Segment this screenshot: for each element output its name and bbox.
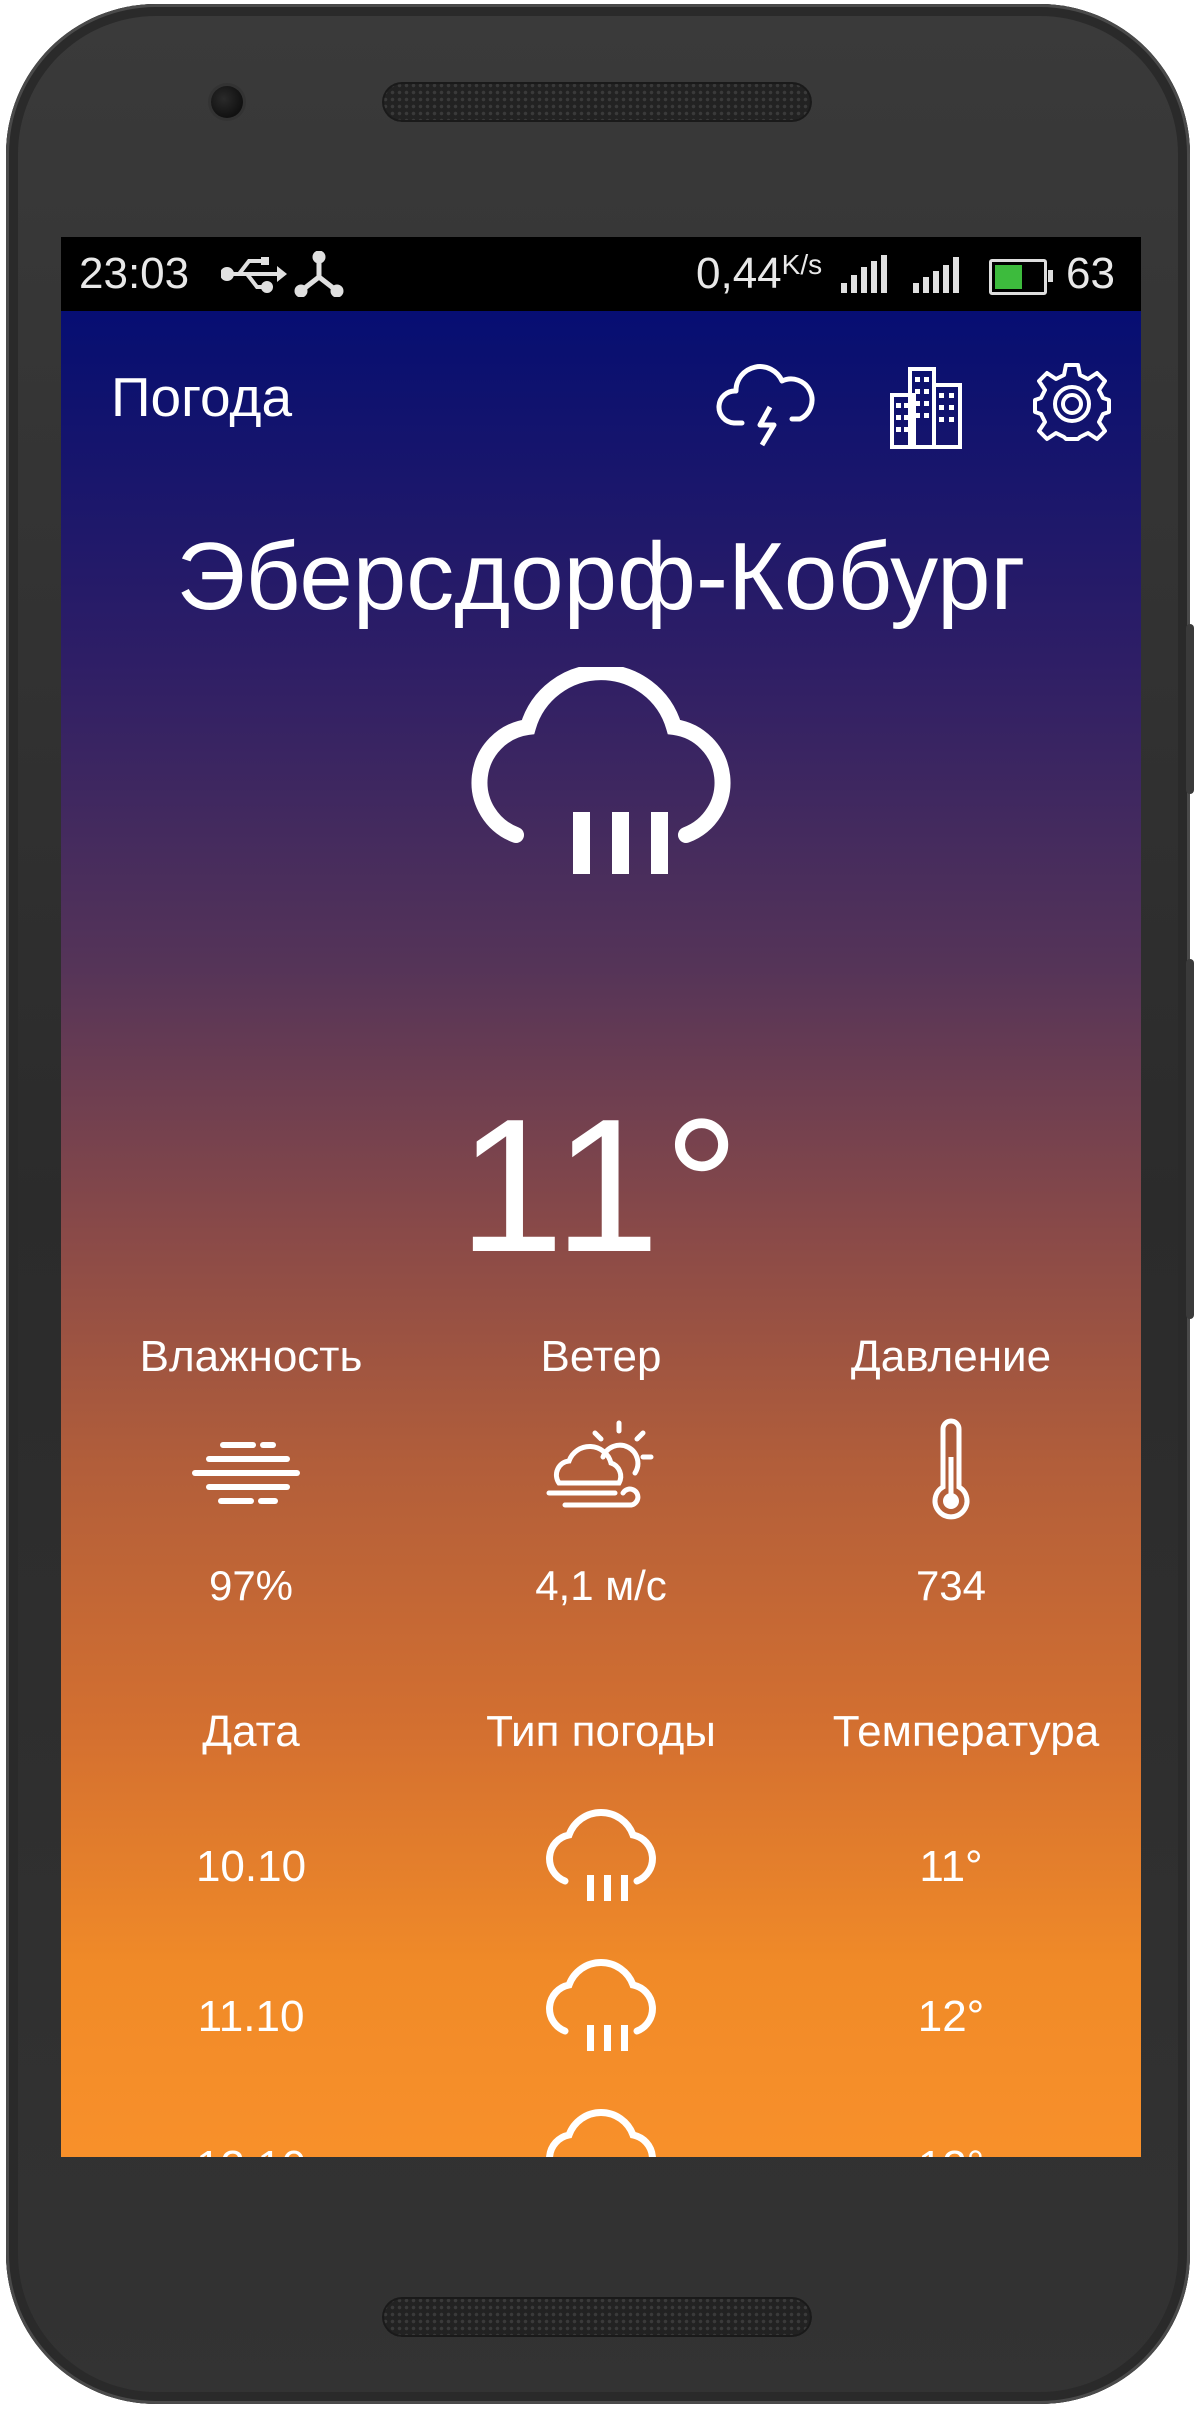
header-temperature: Температура [832, 1707, 1100, 1756]
wind-label: Ветер [540, 1332, 662, 1381]
phone-frame: 23:03 0,44K/s 63 Погода Эберсдорф-Кобург… [6, 4, 1194, 2404]
wind-value: 4,1 м/с [535, 1562, 667, 1609]
header-weather-type: Тип погоды [486, 1707, 716, 1756]
signal-hplus-icon [841, 255, 895, 293]
humidity-label: Влажность [139, 1332, 363, 1381]
forecast-temp: 12° [917, 1992, 985, 2041]
forecast-date: 12.10 [81, 2142, 421, 2157]
rain-cloud-icon [531, 2105, 671, 2157]
thunderstorm-icon[interactable] [716, 355, 816, 456]
thermometer-icon [931, 1417, 971, 1528]
windy-partly-cloudy-icon [545, 1417, 655, 1522]
fog-icon [191, 1437, 301, 1512]
forecast-row[interactable]: 12.10 12° [61, 2097, 1141, 2157]
top-speaker [382, 82, 812, 122]
header-date: Дата [202, 1707, 300, 1756]
settings-icon[interactable] [1031, 361, 1113, 448]
power-button [1186, 624, 1194, 794]
humidity-block: Влажность [81, 1332, 421, 1382]
forecast-row[interactable]: 11.10 12° [61, 1947, 1141, 2097]
usb-icon [220, 251, 287, 308]
screen: 23:03 0,44K/s 63 Погода Эберсдорф-Кобург… [61, 237, 1141, 2157]
forecast-temp: 12° [781, 2142, 1121, 2157]
bottom-speaker [382, 2297, 812, 2337]
city-name: Эберсдорф-Кобург [176, 523, 1026, 630]
debug-icon [293, 250, 345, 308]
rain-cloud-icon [456, 664, 746, 912]
forecast-date: 10.10 [195, 1842, 307, 1891]
forecast-temp: 11° [919, 1842, 983, 1891]
front-camera [211, 86, 243, 118]
city-icon[interactable] [886, 355, 966, 456]
pressure-value: 734 [915, 1562, 987, 1609]
forecast-row[interactable]: 10.10 11° [61, 1797, 1141, 1947]
status-bar: 23:03 0,44K/s 63 [61, 237, 1141, 311]
battery-icon [989, 259, 1053, 295]
status-time: 23:03 [79, 249, 190, 298]
forecast-date: 11.10 [197, 1992, 305, 2041]
current-temperature: 11° [458, 1080, 744, 1292]
rain-cloud-icon [531, 1805, 671, 1920]
signal-icon [913, 257, 967, 293]
humidity-value: 97% [208, 1562, 294, 1609]
pressure-label: Давление [850, 1332, 1052, 1381]
volume-button [1186, 959, 1194, 1319]
wind-block: Ветер [431, 1332, 771, 1382]
pressure-block: Давление [781, 1332, 1121, 1382]
battery-percent: 63 [1066, 249, 1115, 298]
app-title: Погода [111, 366, 293, 428]
network-speed: 0,44K/s [696, 249, 823, 298]
rain-cloud-icon [531, 1955, 671, 2070]
